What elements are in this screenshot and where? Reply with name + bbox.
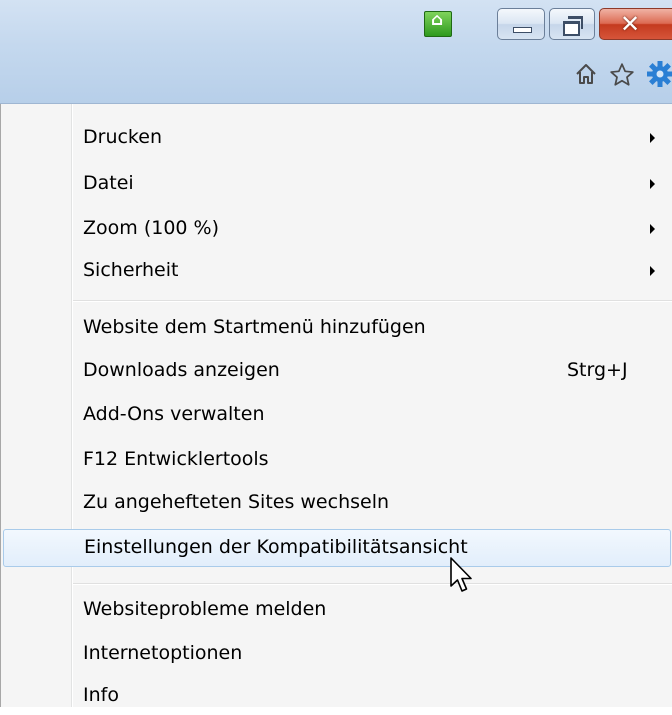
- menu-separator: [73, 300, 672, 302]
- menu-item-label: Website dem Startmenü hinzufügen: [83, 316, 426, 338]
- menu-item-label: Info: [83, 684, 119, 706]
- menu-item-drucken[interactable]: Drucken: [1, 119, 672, 157]
- menu-item-label: Drucken: [83, 126, 162, 148]
- menu-item-label: Zu angehefteten Sites wechseln: [83, 491, 390, 513]
- menu-item-datei[interactable]: Datei: [1, 165, 672, 203]
- close-button[interactable]: ✕: [599, 8, 672, 40]
- menu-item-label: F12 Entwicklertools: [83, 448, 269, 470]
- menu-item-label: Websiteprobleme melden: [83, 598, 327, 620]
- gear-icon[interactable]: [646, 60, 672, 88]
- menu-item-label: Zoom (100 %): [83, 217, 219, 239]
- menu-item-sicherheit[interactable]: Sicherheit: [1, 252, 672, 290]
- green-addon-icon[interactable]: ⌂: [424, 10, 452, 37]
- menu-item-label: Sicherheit: [83, 259, 179, 281]
- home-icon[interactable]: [574, 62, 598, 86]
- menu-item-compatibility-view[interactable]: Einstellungen der Kompatibilitätsansicht: [3, 529, 671, 567]
- browser-title-bar: ⌂ ✕: [0, 0, 672, 104]
- minimize-icon: [513, 27, 532, 33]
- close-icon: ✕: [620, 10, 641, 38]
- menu-item-dev-tools[interactable]: F12 Entwicklertools: [1, 441, 672, 479]
- menu-item-label: Einstellungen der Kompatibilitätsansicht: [84, 536, 468, 558]
- star-icon[interactable]: [609, 62, 635, 88]
- menu-item-label: Downloads anzeigen: [83, 359, 280, 381]
- restore-button[interactable]: [549, 8, 595, 40]
- menu-item-downloads[interactable]: Downloads anzeigen Strg+J: [1, 352, 672, 390]
- menu-item-label: Datei: [83, 172, 134, 194]
- menu-item-report-problems[interactable]: Websiteprobleme melden: [1, 591, 672, 629]
- menu-item-internet-options[interactable]: Internetoptionen: [1, 635, 672, 673]
- menu-item-addons[interactable]: Add-Ons verwalten: [1, 396, 672, 434]
- menu-item-label: Add-Ons verwalten: [83, 403, 265, 425]
- menu-item-pinned-sites[interactable]: Zu angehefteten Sites wechseln: [1, 484, 672, 522]
- shortcut-label: Strg+J: [567, 359, 628, 381]
- menu-item-add-to-start[interactable]: Website dem Startmenü hinzufügen: [1, 309, 672, 347]
- minimize-button[interactable]: [497, 8, 545, 40]
- menu-item-zoom[interactable]: Zoom (100 %): [1, 210, 672, 248]
- submenu-arrow-icon: [650, 133, 655, 143]
- submenu-arrow-icon: [650, 266, 655, 276]
- menu-item-label: Internetoptionen: [83, 642, 243, 664]
- menu-item-info[interactable]: Info: [1, 677, 672, 715]
- mouse-cursor-icon: [450, 557, 472, 592]
- submenu-arrow-icon: [650, 179, 655, 189]
- tools-menu: Drucken Datei Zoom (100 %) Sicherheit We…: [0, 104, 672, 707]
- submenu-arrow-icon: [650, 224, 655, 234]
- menu-separator: [73, 583, 672, 585]
